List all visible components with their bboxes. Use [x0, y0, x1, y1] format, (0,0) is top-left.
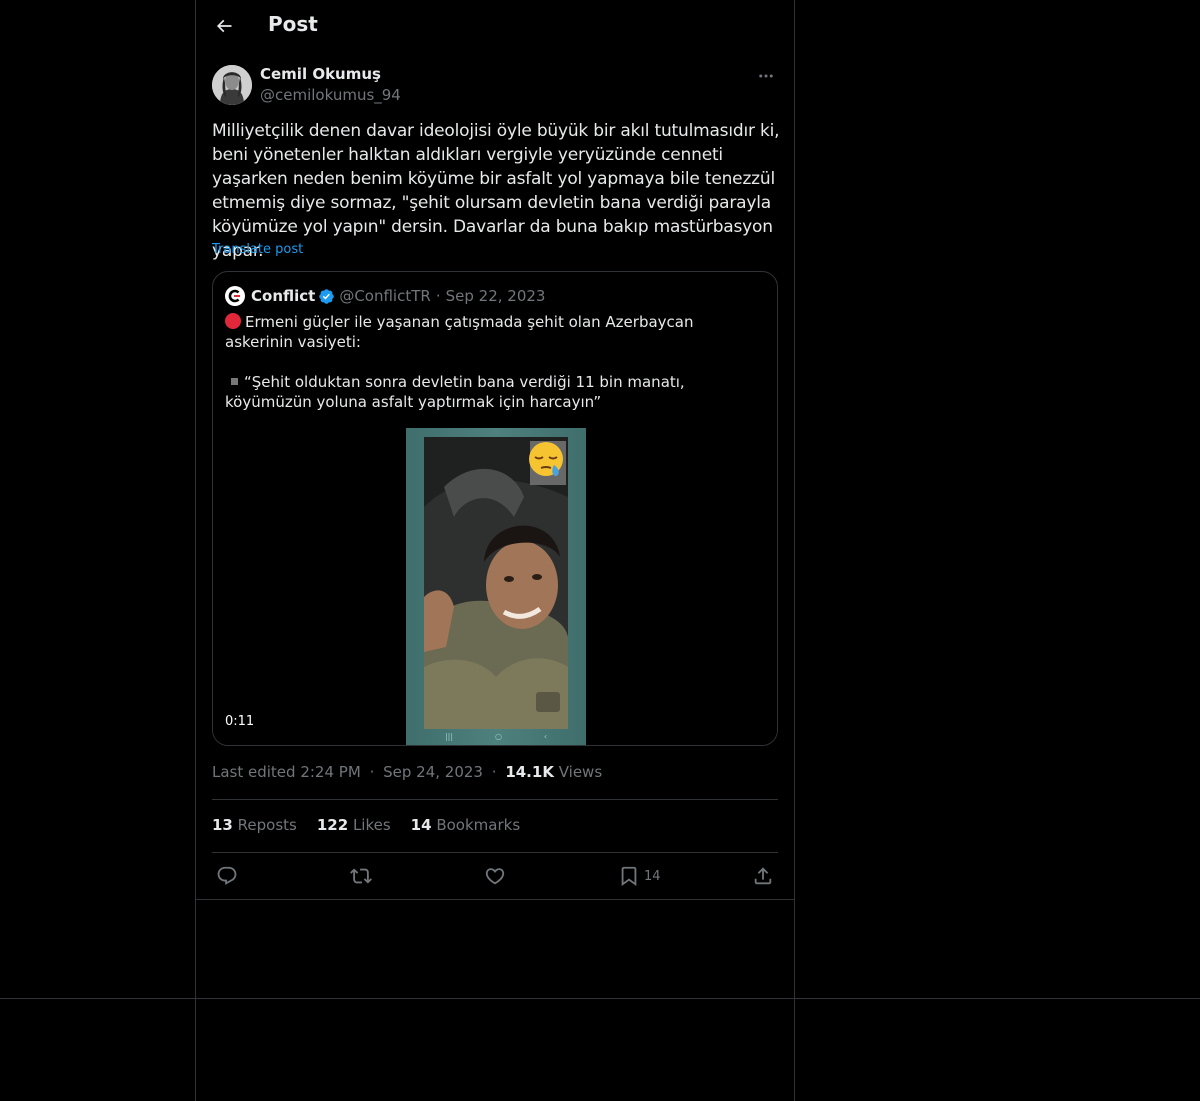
- bookmark-button[interactable]: 14: [618, 862, 661, 890]
- sleepy-face-emoji-icon: [529, 441, 566, 485]
- quoted-post-header: Conflict @ConflictTR · Sep 22, 2023: [225, 286, 545, 306]
- avatar-image: [212, 65, 252, 105]
- recent-apps-icon: |||: [444, 731, 454, 741]
- post-author: Cemil Okumuş @cemilokumus_94: [212, 64, 778, 108]
- share-icon: [754, 867, 772, 885]
- post-stats: 13 Reposts 122 Likes 14 Bookmarks: [212, 816, 520, 834]
- red-circle-icon: [225, 313, 241, 329]
- like-icon: [485, 868, 505, 885]
- quoted-post-date[interactable]: Sep 22, 2023: [446, 287, 546, 305]
- video-thumbnail: [424, 437, 568, 729]
- edited-time[interactable]: Last edited 2:24 PM: [212, 763, 361, 781]
- video-duration: 0:11: [225, 714, 255, 729]
- thread-divider: [196, 899, 794, 900]
- back-button[interactable]: [206, 8, 242, 44]
- video-frame: ||| ○ ‹: [406, 428, 586, 745]
- views-count: 14.1K: [505, 763, 554, 781]
- views-label: Views: [558, 763, 603, 781]
- reposts-count: 13: [212, 816, 233, 834]
- author-name[interactable]: Cemil Okumuş: [260, 65, 381, 83]
- quoted-line-1-text: Ermeni güçler ile yaşanan çatışmada şehi…: [225, 313, 694, 351]
- reposts-label: Reposts: [237, 816, 297, 834]
- like-button[interactable]: [484, 862, 506, 890]
- video-player[interactable]: ||| ○ ‹ 0:11: [213, 428, 777, 745]
- likes-count: 122: [316, 816, 349, 834]
- bookmarks-stat[interactable]: 14 Bookmarks: [411, 816, 520, 834]
- page-header: Post: [196, 0, 794, 53]
- arrow-left-icon: [216, 19, 232, 33]
- separator-dot: ·: [369, 763, 375, 781]
- quoted-author-name[interactable]: Conflict: [251, 287, 315, 305]
- reposts-stat[interactable]: 13 Reposts: [212, 816, 297, 834]
- separator-dot: ·: [491, 763, 497, 781]
- action-bar: 14: [212, 862, 778, 890]
- author-handle[interactable]: @cemilokumus_94: [260, 86, 401, 104]
- reply-button[interactable]: [216, 862, 238, 890]
- verified-badge-icon: [318, 288, 335, 305]
- share-button[interactable]: [752, 862, 774, 890]
- reply-icon: [217, 866, 237, 885]
- phone-nav-bar: ||| ○ ‹: [424, 729, 568, 743]
- more-options-button[interactable]: [754, 64, 778, 88]
- quoted-line-1: Ermeni güçler ile yaşanan çatışmada şehi…: [225, 312, 760, 352]
- bookmark-icon: [621, 866, 637, 887]
- post-date[interactable]: Sep 24, 2023: [383, 763, 483, 781]
- quoted-line-2-text: “Şehit olduktan sonra devletin bana verd…: [225, 373, 685, 411]
- more-icon: [759, 74, 773, 78]
- separator-dot: ·: [435, 287, 441, 305]
- post-meta: Last edited 2:24 PM · Sep 24, 2023 · 14.…: [212, 763, 602, 781]
- likes-label: Likes: [352, 816, 391, 834]
- bookmarks-label: Bookmarks: [436, 816, 521, 834]
- divider: [212, 799, 778, 800]
- back-nav-icon: ‹: [543, 731, 548, 741]
- phone-status-bar: [424, 429, 568, 437]
- quoted-post[interactable]: Conflict @ConflictTR · Sep 22, 2023 Erme…: [212, 271, 778, 746]
- repost-button[interactable]: [350, 862, 372, 890]
- quoted-line-2: “Şehit olduktan sonra devletin bana verd…: [225, 372, 760, 412]
- likes-stat[interactable]: 122 Likes: [317, 816, 391, 834]
- divider: [212, 852, 778, 853]
- bottom-divider: [0, 998, 1200, 999]
- avatar[interactable]: [212, 65, 252, 105]
- small-square-icon: [231, 378, 238, 385]
- home-icon: ○: [494, 731, 502, 741]
- translate-post-link[interactable]: Translate post: [212, 242, 303, 257]
- bookmarks-count: 14: [410, 816, 432, 834]
- bookmark-count: 14: [644, 868, 661, 884]
- conflict-logo-icon: [225, 286, 245, 306]
- repost-icon: [350, 868, 372, 884]
- quoted-post-text: Ermeni güçler ile yaşanan çatışmada şehi…: [225, 312, 760, 412]
- page-title: Post: [268, 12, 318, 36]
- quoted-author-handle[interactable]: @ConflictTR: [339, 287, 431, 305]
